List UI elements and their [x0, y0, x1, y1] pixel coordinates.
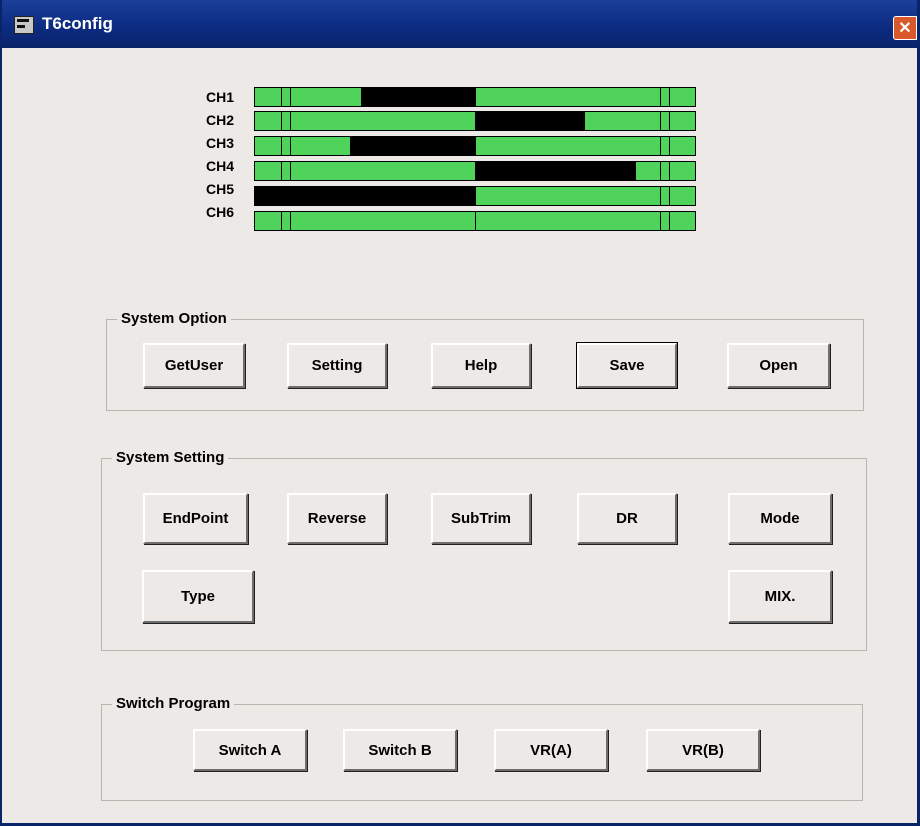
- switch-program-label: Switch Program: [112, 694, 235, 714]
- vrb-button[interactable]: VR(B): [646, 729, 760, 771]
- channel-tick: [281, 162, 282, 180]
- setting-button[interactable]: Setting: [287, 343, 387, 388]
- channel-fill: [475, 162, 636, 180]
- channel-tick: [660, 212, 661, 230]
- reverse-button[interactable]: Reverse: [287, 493, 387, 544]
- channel-tick: [281, 88, 282, 106]
- channel-bar-ch6: [254, 211, 696, 231]
- channel-tick: [669, 162, 670, 180]
- channel-tick: [669, 212, 670, 230]
- window-title: T6config: [42, 14, 113, 33]
- channel-label-ch3: CH3: [206, 135, 235, 151]
- channel-tick: [475, 187, 476, 205]
- channel-tick: [281, 112, 282, 130]
- mix-button[interactable]: MIX.: [728, 570, 832, 623]
- system-setting-label: System Setting: [112, 448, 229, 468]
- channel-tick: [290, 88, 291, 106]
- channel-bar-ch3: [254, 136, 696, 156]
- channel-fill: [255, 187, 475, 205]
- channel-label-ch1: CH1: [206, 89, 235, 105]
- vra-button[interactable]: VR(A): [494, 729, 608, 771]
- channel-bar-ch2: [254, 111, 696, 131]
- channel-tick: [660, 137, 661, 155]
- channel-tick: [660, 162, 661, 180]
- endpoint-button[interactable]: EndPoint: [143, 493, 248, 544]
- channel-tick: [660, 88, 661, 106]
- help-button[interactable]: Help: [431, 343, 531, 388]
- app-icon: [14, 16, 34, 34]
- channel-tick: [290, 212, 291, 230]
- system-option-label: System Option: [117, 309, 231, 329]
- channel-bar-ch5: [254, 186, 696, 206]
- channel-label-ch6: CH6: [206, 204, 235, 220]
- channel-tick: [290, 112, 291, 130]
- channel-tick: [290, 187, 291, 205]
- channel-tick: [475, 162, 476, 180]
- channel-label-ch5: CH5: [206, 181, 235, 197]
- getuser-button[interactable]: GetUser: [143, 343, 245, 388]
- channel-tick: [669, 88, 670, 106]
- channel-tick: [669, 187, 670, 205]
- channel-tick: [475, 88, 476, 106]
- channel-bar-ch1: [254, 87, 696, 107]
- channel-tick: [281, 212, 282, 230]
- dr-button[interactable]: DR: [577, 493, 677, 544]
- title-bar[interactable]: T6config ✕: [2, 0, 917, 48]
- switch-b-button[interactable]: Switch B: [343, 729, 457, 771]
- channel-label-ch2: CH2: [206, 112, 235, 128]
- type-button[interactable]: Type: [142, 570, 254, 623]
- channel-tick: [669, 112, 670, 130]
- channel-tick: [475, 112, 476, 130]
- t6config-window: T6config ✕ CH1 CH2 CH3 CH4 CH5 CH6 Syste…: [0, 0, 920, 826]
- save-button[interactable]: Save: [576, 342, 678, 389]
- channel-tick: [281, 187, 282, 205]
- channel-fill: [475, 112, 585, 130]
- channel-tick: [290, 137, 291, 155]
- channel-bar-ch4: [254, 161, 696, 181]
- channel-fill: [350, 137, 475, 155]
- channel-tick: [290, 162, 291, 180]
- switch-a-button[interactable]: Switch A: [193, 729, 307, 771]
- channel-tick: [669, 137, 670, 155]
- channel-label-ch4: CH4: [206, 158, 235, 174]
- channel-tick: [475, 212, 476, 230]
- subtrim-button[interactable]: SubTrim: [431, 493, 531, 544]
- channel-tick: [660, 112, 661, 130]
- channel-tick: [660, 187, 661, 205]
- channel-fill: [361, 88, 475, 106]
- close-icon[interactable]: ✕: [893, 16, 917, 40]
- mode-button[interactable]: Mode: [728, 493, 832, 544]
- channel-tick: [475, 137, 476, 155]
- channel-tick: [281, 137, 282, 155]
- open-button[interactable]: Open: [727, 343, 830, 388]
